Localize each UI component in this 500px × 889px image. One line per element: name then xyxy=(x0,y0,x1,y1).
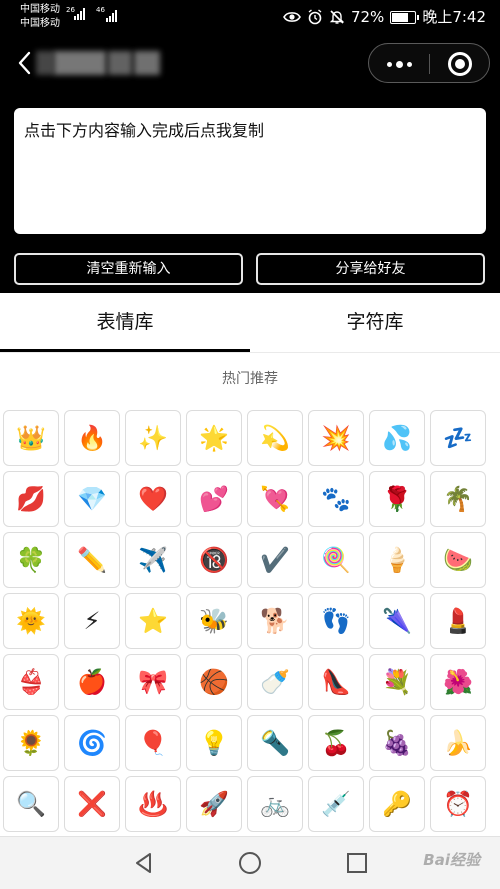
more-dots-icon[interactable] xyxy=(383,55,415,73)
carrier-label-2: 中国移动 xyxy=(20,18,60,29)
tab-character-library[interactable]: 字符库 xyxy=(250,293,500,353)
emoji-cell[interactable]: 🚲 xyxy=(247,776,303,832)
emoji-cell[interactable]: 🎀 xyxy=(125,654,181,710)
emoji-cell[interactable]: 💦 xyxy=(369,410,425,466)
tab-bar: 表情库 字符库 xyxy=(0,293,500,353)
carrier-label-1: 中国移动 xyxy=(20,4,60,15)
emoji-cell[interactable]: 🌺 xyxy=(430,654,486,710)
emoji-cell[interactable]: 💤 xyxy=(430,410,486,466)
mini-program-header xyxy=(0,34,500,92)
emoji-cell[interactable]: 👣 xyxy=(308,593,364,649)
alarm-icon xyxy=(308,9,322,25)
clear-button[interactable]: 清空重新输入 xyxy=(14,253,243,285)
input-section: 清空重新输入 分享给好友 xyxy=(0,92,500,293)
emoji-cell[interactable]: 🐾 xyxy=(308,471,364,527)
eye-icon xyxy=(283,12,301,22)
triangle-back-icon[interactable] xyxy=(132,851,156,875)
emoji-cell[interactable]: 💕 xyxy=(186,471,242,527)
emoji-cell[interactable]: 🌟 xyxy=(186,410,242,466)
circle-home-icon[interactable] xyxy=(238,851,262,875)
capsule-menu xyxy=(368,43,490,83)
emoji-cell[interactable]: 🔥 xyxy=(64,410,120,466)
signal-icon-2 xyxy=(106,8,117,22)
active-tab-indicator xyxy=(0,349,250,352)
battery-level xyxy=(392,12,409,22)
emoji-cell[interactable]: 🍼 xyxy=(247,654,303,710)
emoji-cell[interactable]: ✏️ xyxy=(64,532,120,588)
emoji-cell[interactable]: 🌹 xyxy=(369,471,425,527)
emoji-cell[interactable]: 🐝 xyxy=(186,593,242,649)
emoji-cell[interactable]: 🌀 xyxy=(64,715,120,771)
target-circle-icon[interactable] xyxy=(448,52,472,76)
emoji-cell[interactable]: ✔️ xyxy=(247,532,303,588)
mute-icon xyxy=(329,10,345,24)
emoji-cell[interactable]: 🚀 xyxy=(186,776,242,832)
system-nav-bar: Bai经验 xyxy=(0,836,500,889)
status-bar: 中国移动 中国移动 26 46 72% 晚上7:42 xyxy=(0,0,500,34)
battery-icon xyxy=(390,10,420,24)
signal-icon-1 xyxy=(74,6,85,20)
chevron-left-icon[interactable] xyxy=(14,50,36,76)
emoji-cell[interactable]: 👑 xyxy=(3,410,59,466)
emoji-cell[interactable]: 🔦 xyxy=(247,715,303,771)
battery-percent: 72% xyxy=(350,8,385,26)
emoji-cell[interactable]: 💋 xyxy=(3,471,59,527)
emoji-cell[interactable]: 🍉 xyxy=(430,532,486,588)
emoji-cell[interactable]: 🔑 xyxy=(369,776,425,832)
emoji-cell[interactable]: ♨️ xyxy=(125,776,181,832)
emoji-cell[interactable]: ✈️ xyxy=(125,532,181,588)
emoji-cell[interactable]: 🍀 xyxy=(3,532,59,588)
emoji-cell[interactable]: ✨ xyxy=(125,410,181,466)
emoji-cell[interactable]: ⏰ xyxy=(430,776,486,832)
emoji-cell[interactable]: 🔍 xyxy=(3,776,59,832)
emoji-cell[interactable]: 🐕 xyxy=(247,593,303,649)
emoji-cell[interactable]: 💡 xyxy=(186,715,242,771)
emoji-cell[interactable]: 💐 xyxy=(369,654,425,710)
emoji-cell[interactable]: 🍎 xyxy=(64,654,120,710)
share-button[interactable]: 分享给好友 xyxy=(256,253,485,285)
blurred-page-title xyxy=(36,51,160,75)
section-title: 热门推荐 xyxy=(222,371,278,387)
emoji-cell[interactable]: ⭐ xyxy=(125,593,181,649)
emoji-cell[interactable]: 💘 xyxy=(247,471,303,527)
status-right-group: 72% 晚上7:42 xyxy=(283,8,486,26)
emoji-cell[interactable]: 🎈 xyxy=(125,715,181,771)
emoji-cell[interactable]: 💄 xyxy=(430,593,486,649)
emoji-cell[interactable]: 💎 xyxy=(64,471,120,527)
square-recent-icon[interactable] xyxy=(345,851,369,875)
text-input[interactable] xyxy=(14,108,486,234)
emoji-cell[interactable]: 💫 xyxy=(247,410,303,466)
emoji-cell[interactable]: 🍭 xyxy=(308,532,364,588)
emoji-cell[interactable]: 🌻 xyxy=(3,715,59,771)
emoji-cell[interactable]: 🍦 xyxy=(369,532,425,588)
emoji-cell[interactable]: 🍒 xyxy=(308,715,364,771)
network-tag-2: 46 xyxy=(96,6,105,14)
emoji-cell[interactable]: 🔞 xyxy=(186,532,242,588)
emoji-cell[interactable]: 💥 xyxy=(308,410,364,466)
emoji-cell[interactable]: 💉 xyxy=(308,776,364,832)
emoji-cell[interactable]: 🌴 xyxy=(430,471,486,527)
capsule-divider xyxy=(429,54,430,74)
emoji-cell[interactable]: 🌞 xyxy=(3,593,59,649)
emoji-cell[interactable]: 🍇 xyxy=(369,715,425,771)
emoji-cell[interactable]: ❤️ xyxy=(125,471,181,527)
emoji-cell[interactable]: 👠 xyxy=(308,654,364,710)
emoji-cell[interactable]: ❌ xyxy=(64,776,120,832)
clock-time: 晚上7:42 xyxy=(422,8,486,26)
emoji-grid: 👑 🔥 ✨ 🌟 💫 💥 💦 💤 💋 💎 ❤️ 💕 💘 🐾 🌹 🌴 🍀 ✏️ ✈️ 🔞 ✔️ 🍭 🍦 🍉 🌞 ⚡ ⭐ 🐝 🐕 👣 🌂 💄 👙 🍎 🎀 🏀… xyxy=(3,410,497,832)
emoji-cell[interactable]: 🌂 xyxy=(369,593,425,649)
emoji-cell[interactable]: 👙 xyxy=(3,654,59,710)
emoji-cell[interactable]: 🍌 xyxy=(430,715,486,771)
watermark: Bai经验 xyxy=(423,851,480,869)
emoji-cell[interactable]: ⚡ xyxy=(64,593,120,649)
tab-emoji-library[interactable]: 表情库 xyxy=(0,293,250,353)
emoji-cell[interactable]: 🏀 xyxy=(186,654,242,710)
